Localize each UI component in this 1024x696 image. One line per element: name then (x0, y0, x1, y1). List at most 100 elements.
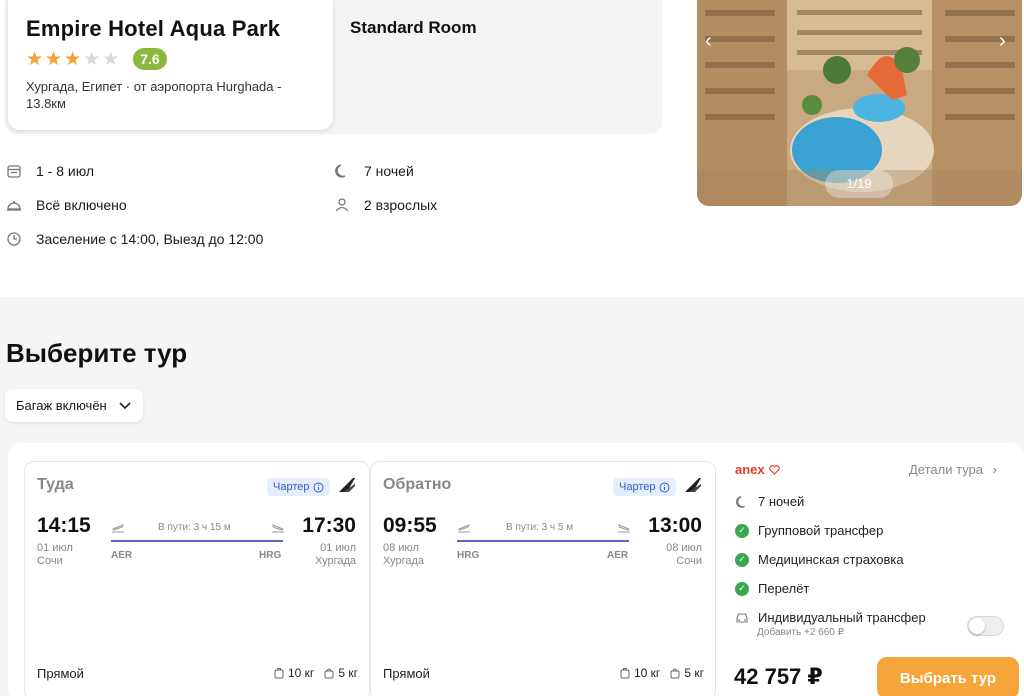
clock-icon (7, 232, 21, 246)
details-label: Детали тура (909, 462, 984, 477)
meal-text: Всё включено (36, 197, 127, 213)
info-icon (313, 482, 324, 492)
prev-photo-button[interactable]: ‹ (705, 30, 712, 53)
landing-icon (618, 524, 630, 533)
flight-duration: В пути: 3 ч 5 м (506, 522, 574, 533)
tour-details-link[interactable]: Детали тура › (909, 462, 997, 477)
baggage-weight: 10 кг (288, 666, 315, 680)
individual-transfer-label: Индивидуальный трансфер (758, 610, 926, 625)
arrival-code: AER (607, 550, 629, 561)
arrival-city: Сочи (676, 555, 702, 567)
feature-item: ✓ Перелёт (735, 581, 809, 596)
check-icon: ✓ (735, 552, 749, 567)
section-title: Выберите тур (6, 338, 188, 368)
baggage-filter-dropdown[interactable]: Багаж включён (5, 389, 143, 422)
choose-tour-button[interactable]: Выбрать тур (877, 657, 1019, 696)
filter-label: Багаж включён (16, 398, 107, 413)
info-dates: 1 - 8 июл (6, 163, 94, 179)
departure-code: AER (111, 550, 133, 561)
check-icon: ✓ (735, 581, 749, 596)
star-icon: ★ (64, 48, 82, 70)
tour-nights: 7 ночей (735, 494, 804, 509)
feature-label: Медицинская страховка (758, 552, 904, 567)
moon-icon (735, 495, 745, 508)
hotel-photo-gallery[interactable]: ‹ › 1/19 (697, 0, 1022, 206)
suitcase-icon (274, 668, 284, 679)
individual-transfer-toggle[interactable] (967, 616, 1004, 636)
arrival-date-text: 08 июл (666, 542, 702, 554)
check-icon: ✓ (735, 523, 749, 538)
suitcase-icon (620, 668, 630, 679)
calendar-icon (7, 165, 21, 178)
departure-time: 09:55 (383, 514, 437, 537)
individual-transfer: Индивидуальный трансфер (735, 610, 926, 625)
chevron-down-icon (119, 401, 131, 409)
baggage-info: 10 кг 5 кг (274, 666, 358, 680)
tour-price: 42 757 ₽ (734, 664, 823, 689)
checkin-text: Заселение с 14:00, Выезд до 12:00 (36, 231, 264, 247)
feature-label: Групповой трансфер (758, 523, 884, 538)
info-icon (659, 482, 670, 492)
hotel-name: Empire Hotel Aqua Park (26, 16, 281, 41)
handbag-icon (670, 668, 680, 679)
flight-outbound: Туда Чартер 14:15 01 июл Сочи В пути: 3 ч… (24, 461, 370, 696)
arrival-date: 08 июл Сочи (666, 542, 702, 568)
handbag-icon (324, 668, 334, 679)
flight-return: Обратно Чартер 09:55 08 июл Хургада В пут… (370, 461, 716, 696)
tour-nights-text: 7 ночей (758, 494, 805, 509)
flight-type: Прямой (37, 666, 84, 681)
guests-text: 2 взрослых (364, 197, 438, 213)
heart-icon[interactable] (768, 464, 780, 475)
star-icon: ★ (26, 48, 44, 70)
flight-duration: В пути: 3 ч 15 м (158, 522, 231, 533)
moon-icon (335, 164, 346, 178)
hand-luggage-weight: 5 кг (684, 666, 704, 680)
arrival-date: 01 июл Хургада (315, 542, 356, 568)
photo-counter: 1/19 (825, 170, 893, 198)
baggage-weight: 10 кг (634, 666, 661, 680)
departure-date-text: 01 июл (37, 542, 73, 554)
flight-direction: Туда (37, 476, 74, 493)
info-nights: 7 ночей (334, 163, 414, 179)
departure-city: Сочи (37, 555, 63, 567)
toggle-knob (969, 618, 985, 634)
individual-transfer-price: Добавить +2 660 ₽ (757, 627, 844, 638)
info-guests: 2 взрослых (334, 197, 437, 213)
landing-icon (272, 524, 284, 533)
airline-logo-icon (685, 478, 701, 492)
charter-label: Чартер (619, 481, 656, 493)
hotel-location: Хургада, Египет · от аэропорта Hurghada … (26, 79, 282, 111)
arrival-code: HRG (259, 550, 282, 561)
takeoff-icon (112, 524, 125, 533)
nights-text: 7 ночей (364, 163, 414, 179)
charter-badge[interactable]: Чартер (267, 478, 331, 496)
departure-time: 14:15 (37, 514, 91, 537)
arrival-date-text: 01 июл (320, 542, 356, 554)
star-icon: ★ (83, 48, 101, 70)
info-checkin: Заселение с 14:00, Выезд до 12:00 (6, 231, 263, 247)
operator-name: anex (735, 462, 765, 477)
cloche-icon (7, 201, 21, 211)
dates-text: 1 - 8 июл (36, 163, 95, 179)
arrival-time: 17:30 (302, 514, 356, 537)
car-icon (736, 612, 748, 623)
charter-label: Чартер (273, 481, 310, 493)
person-icon (335, 198, 349, 212)
baggage-info: 10 кг 5 кг (620, 666, 704, 680)
departure-date-text: 08 июл (383, 542, 419, 554)
next-photo-button[interactable]: › (999, 30, 1006, 53)
takeoff-icon (458, 524, 471, 533)
star-icon: ★ (45, 48, 63, 70)
feature-item: ✓ Групповой трансфер (735, 523, 883, 538)
stars-row: ★ ★ ★ ★ ★ 7.6 (26, 48, 315, 70)
hotel-header: Empire Hotel Aqua Park ★ ★ ★ ★ ★ 7.6 Хур… (0, 0, 1024, 297)
flight-direction: Обратно (383, 476, 452, 493)
star-icon: ★ (102, 48, 120, 70)
departure-code: HRG (457, 550, 480, 561)
flight-track (111, 540, 283, 542)
rating-badge: 7.6 (133, 48, 167, 70)
charter-badge[interactable]: Чартер (613, 478, 677, 496)
departure-city: Хургада (383, 555, 425, 567)
hand-luggage-weight: 5 кг (338, 666, 358, 680)
hotel-card: Empire Hotel Aqua Park ★ ★ ★ ★ ★ 7.6 Хур… (8, 0, 333, 130)
